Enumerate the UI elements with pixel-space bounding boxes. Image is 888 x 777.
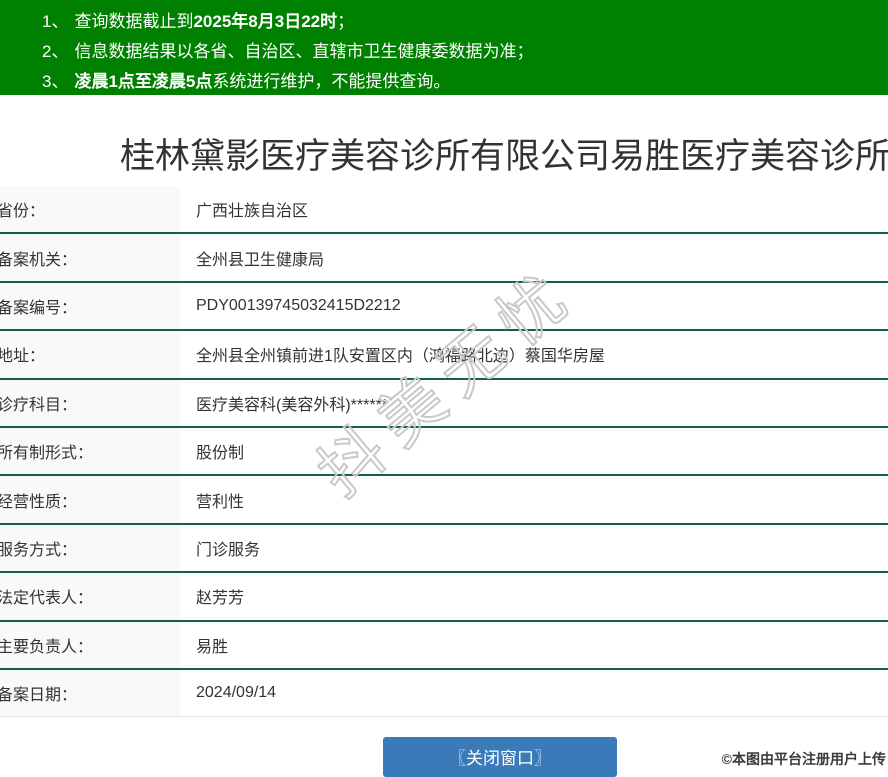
notice-text: 查询数据截止到 — [74, 12, 194, 31]
close-window-button[interactable]: 〖关闭窗口〗 — [383, 737, 617, 777]
notice-text: 信息数据结果以各省、自治区、直辖市卫生健康委数据为准； — [74, 42, 534, 61]
field-label: 地址： — [0, 331, 180, 378]
field-value: 股份制 — [180, 427, 888, 475]
field-value: 广西壮族自治区 — [180, 186, 888, 233]
field-label: 备案机关： — [0, 234, 180, 281]
upload-stamp: ©本图由平台注册用户上传 — [721, 751, 886, 767]
table-row-province: 省份： 广西壮族自治区 — [0, 186, 888, 235]
info-table: 省份： 广西壮族自治区 备案机关： 全州县卫生健康局 备案编号： PDY0013… — [0, 186, 888, 718]
notice-number: 2、 — [42, 42, 69, 61]
notice-text: ； — [337, 12, 355, 31]
field-value: 全州县卫生健康局 — [180, 234, 888, 281]
table-row-main-person-in-charge: 主要负责人： 易胜 — [0, 621, 888, 670]
field-label: 法定代表人： — [0, 573, 180, 620]
notice-text: 系统进行维护，不能提供查询。 — [212, 72, 451, 91]
field-value: 营利性 — [180, 476, 888, 523]
table-row-medical-subjects: 诊疗科目： 医疗美容科(美容外科)****** — [0, 379, 888, 428]
field-value: PDY00139745032415D2212 — [180, 282, 888, 330]
field-value: 2024/09/14 — [180, 669, 888, 717]
field-value: 全州县全州镇前进1队安置区内（鸿福路北边）蔡国华房屋 — [180, 331, 888, 378]
notice-line-3: 3、 凌晨1点至凌晨5点系统进行维护，不能提供查询。 — [0, 67, 888, 97]
field-label: 主要负责人： — [0, 621, 180, 668]
table-row-legal-representative: 法定代表人： 赵芳芳 — [0, 573, 888, 622]
table-row-filing-date: 备案日期： 2024/09/14 — [0, 669, 888, 718]
field-label: 诊疗科目： — [0, 379, 180, 426]
notice-number: 1、 — [42, 12, 69, 31]
page-title: 桂林黛影医疗美容诊所有限公司易胜医疗美容诊所 — [120, 137, 888, 176]
notice-text-bold: 2025年8月3日22时 — [193, 12, 338, 31]
field-value: 赵芳芳 — [180, 573, 888, 620]
field-value: 医疗美容科(美容外科)****** — [180, 379, 888, 426]
field-label: 经营性质： — [0, 476, 180, 523]
notice-line-1: 1、 查询数据截止到2025年8月3日22时； — [0, 7, 888, 37]
field-label: 备案日期： — [0, 669, 180, 717]
field-label: 所有制形式： — [0, 427, 180, 475]
notice-line-2: 2、 信息数据结果以各省、自治区、直辖市卫生健康委数据为准； — [0, 37, 888, 67]
notice-number: 3、 — [42, 72, 69, 91]
field-value: 门诊服务 — [180, 524, 888, 572]
notice-banner: 1、 查询数据截止到2025年8月3日22时； 2、 信息数据结果以各省、自治区、直… — [0, 0, 888, 95]
table-row-operating-nature: 经营性质： 营利性 — [0, 476, 888, 525]
table-row-ownership-form: 所有制形式： 股份制 — [0, 427, 888, 477]
field-value: 易胜 — [180, 621, 888, 668]
field-label: 服务方式： — [0, 524, 180, 572]
table-row-service-mode: 服务方式： 门诊服务 — [0, 524, 888, 574]
table-row-filing-authority: 备案机关： 全州县卫生健康局 — [0, 234, 888, 283]
table-row-filing-number: 备案编号： PDY00139745032415D2212 — [0, 282, 888, 332]
field-label: 省份： — [0, 186, 180, 233]
table-row-address: 地址： 全州县全州镇前进1队安置区内（鸿福路北边）蔡国华房屋 — [0, 331, 888, 380]
notice-text-bold: 凌晨1点至凌晨5点 — [74, 72, 213, 91]
field-label: 备案编号： — [0, 282, 180, 330]
